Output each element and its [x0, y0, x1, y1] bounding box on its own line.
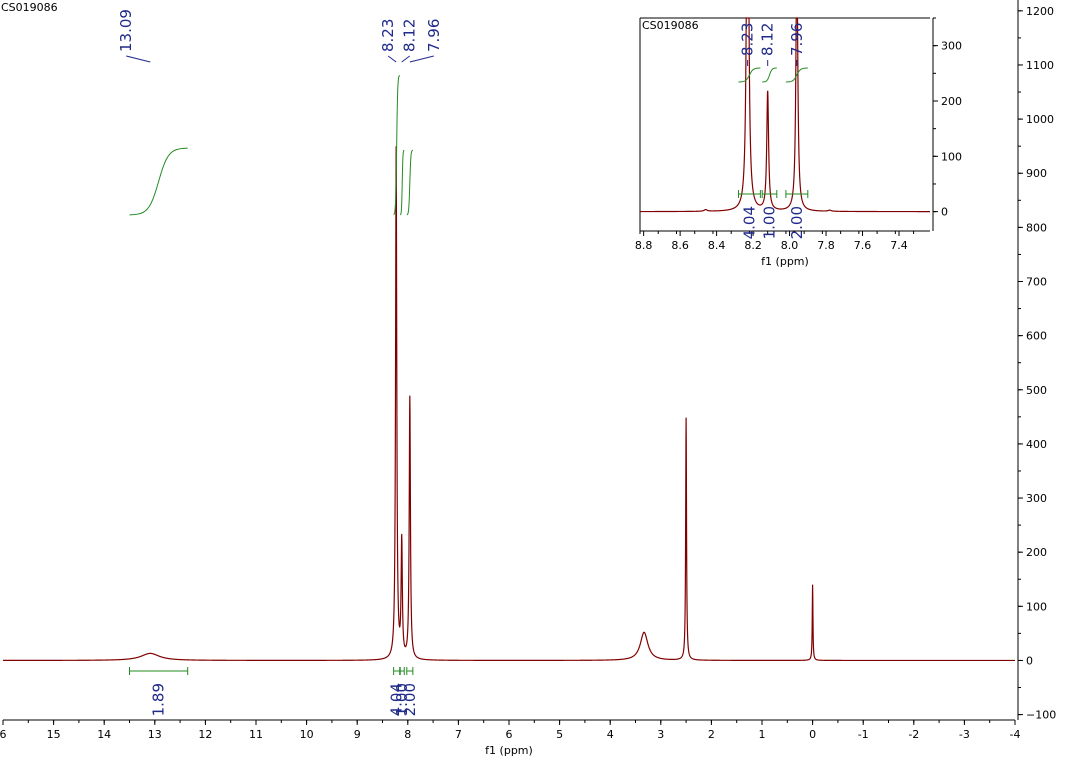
x-tick-label: 14 [97, 728, 111, 741]
peak-label: 13.09 [117, 9, 135, 52]
y-tick-label: 0 [941, 206, 948, 219]
x-tick-label: -1 [858, 728, 869, 741]
y-tick-label: 1100 [1026, 59, 1054, 72]
peak-label: 7.96 [425, 19, 443, 52]
y-tick-label: 200 [1026, 546, 1047, 559]
integral-label: 2.00 [401, 683, 419, 716]
y-tick-label: 100 [1026, 600, 1047, 613]
y-tick-label: 700 [1026, 276, 1047, 289]
nmr-spectrum-chart: CS019086 6 15 14 13 12 11 10 9 8 7 6 5 4 3 2 1 0 -1 -2 -3 -4… [0, 0, 1056, 757]
peak-label: 8.23 [739, 23, 757, 56]
x-tick-label: 13 [148, 728, 162, 741]
peak-label-connector [409, 55, 434, 63]
x-axis-label: f1 (ppm) [761, 255, 809, 268]
x-tick-label: 0 [809, 728, 816, 741]
integral-curve [785, 67, 808, 83]
x-tick-label: 6 [0, 728, 7, 741]
sample-title: CS019086 [1, 1, 58, 14]
inset-plot: 8.8 8.6 8.4 8.2 8.0 7.8 7.6 7.4 0 100 200 300 f1 (pp… [635, 17, 962, 268]
x-tick-label: 2 [708, 728, 715, 741]
y-tick-label: 600 [1026, 330, 1047, 343]
x-tick-label: 4 [607, 728, 614, 741]
x-tick-label: 12 [198, 728, 212, 741]
peak-label: 8.12 [401, 19, 419, 52]
y-tick-label: 100 [941, 150, 962, 163]
x-tick-label: 11 [249, 728, 263, 741]
y-tick-label: 0 [1026, 654, 1033, 667]
x-tick-label: -4 [1010, 728, 1021, 741]
x-tick-label: 10 [300, 728, 314, 741]
x-tick-label: 7 [455, 728, 462, 741]
peak-label-connector [126, 55, 151, 63]
main-plot: 6 15 14 13 12 11 10 9 8 7 6 5 4 3 2 1 0 -1 -2 -3 -4−10001002… [0, 0, 1056, 757]
y-tick-label: −100 [1026, 709, 1056, 722]
x-axis-label: f1 (ppm) [485, 744, 533, 757]
x-tick-label: 7.6 [854, 239, 872, 252]
x-tick-label: 15 [47, 728, 61, 741]
y-tick-label: 800 [1026, 221, 1047, 234]
x-tick-label: 3 [657, 728, 664, 741]
y-tick-label: 300 [941, 40, 962, 53]
peak-label-connector [387, 55, 397, 63]
spectrum-trace [640, 17, 930, 213]
x-tick-label: 7.8 [817, 239, 835, 252]
x-tick-label: -3 [959, 728, 970, 741]
integral-curve [399, 149, 405, 216]
integral-curve [129, 147, 188, 216]
x-tick-label: 7.4 [890, 239, 908, 252]
y-tick-label: 500 [1026, 384, 1047, 397]
integral-curve [406, 149, 414, 216]
x-tick-label: 8 [404, 728, 411, 741]
peak-label: 7.96 [788, 23, 806, 56]
y-tick-label: 1000 [1026, 113, 1054, 126]
x-tick-label: 8.8 [635, 239, 653, 252]
x-tick-label: 8.2 [744, 239, 762, 252]
x-tick-label: 5 [556, 728, 563, 741]
y-tick-label: 300 [1026, 492, 1047, 505]
x-tick-label: 6 [506, 728, 513, 741]
integral-curve [762, 67, 777, 83]
y-tick-label: 200 [941, 95, 962, 108]
x-tick-label: 8.4 [708, 239, 726, 252]
integral-label: 4.04 [740, 206, 758, 239]
integral-label: 1.89 [150, 683, 168, 716]
spectrum-trace [3, 146, 1015, 662]
x-tick-label: -2 [908, 728, 919, 741]
x-tick-label: 9 [354, 728, 361, 741]
y-tick-label: 1200 [1026, 5, 1054, 18]
integral-label: 2.00 [788, 206, 806, 239]
y-tick-label: 400 [1026, 438, 1047, 451]
y-tick-label: 900 [1026, 167, 1047, 180]
integral-label: 1.00 [760, 206, 778, 239]
peak-label-connector [401, 55, 411, 63]
peak-label: 8.23 [379, 19, 397, 52]
x-tick-label: 8.0 [781, 239, 799, 252]
x-tick-label: 8.6 [671, 239, 689, 252]
peak-label: 8.12 [759, 23, 777, 56]
inset-title: CS019086 [642, 19, 699, 32]
x-tick-label: 1 [759, 728, 766, 741]
